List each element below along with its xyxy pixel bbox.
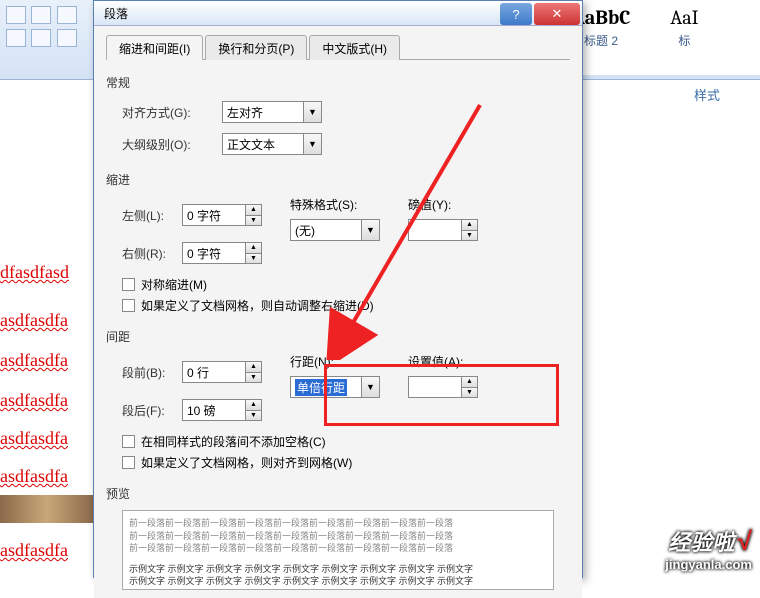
- doc-text: asdfasdfa: [0, 350, 68, 371]
- section-indent: 缩进: [106, 171, 570, 188]
- space-before-value: 0 行: [187, 364, 209, 381]
- preview-faint-line: 前一段落前一段落前一段落前一段落前一段落前一段落前一段落前一段落前一段落: [129, 530, 547, 543]
- space-after-value: 10 磅: [187, 402, 216, 419]
- chevron-down-icon[interactable]: ▼: [361, 220, 379, 240]
- label-at: 设置值(A):: [408, 353, 478, 370]
- indent-right-spinner[interactable]: 0 字符 ▲▼: [182, 242, 262, 264]
- close-button[interactable]: ✕: [534, 3, 580, 25]
- ribbon-left-group: [5, 5, 95, 65]
- section-spacing: 间距: [106, 328, 570, 345]
- indent-by-spinner[interactable]: ▲▼: [408, 219, 478, 241]
- chevron-down-icon[interactable]: ▼: [361, 377, 379, 397]
- chevron-down-icon[interactable]: ▼: [303, 134, 321, 154]
- preview-sample-line: 示例文字 示例文字 示例文字 示例文字 示例文字 示例文字 示例文字 示例文字 …: [129, 575, 547, 588]
- doc-text: asdfasdfa: [0, 466, 68, 487]
- auto-adjust-indent-row[interactable]: 如果定义了文档网格，则自动调整右缩进(D): [122, 297, 570, 314]
- doc-text: asdfasdfa: [0, 540, 68, 561]
- preview-faint-line: 前一段落前一段落前一段落前一段落前一段落前一段落前一段落前一段落前一段落: [129, 517, 547, 530]
- tab-indent-spacing[interactable]: 缩进和间距(I): [106, 35, 203, 60]
- checkbox-icon[interactable]: [122, 456, 135, 469]
- at-spinner[interactable]: ▲▼: [408, 376, 478, 398]
- paragraph-dialog: 段落 ? ✕ 缩进和间距(I) 换行和分页(P) 中文版式(H) 常规 对齐方式…: [93, 0, 583, 578]
- checkbox-icon[interactable]: [122, 278, 135, 291]
- doc-text: asdfasdfa: [0, 428, 68, 449]
- help-button[interactable]: ?: [500, 3, 532, 25]
- checkbox-icon[interactable]: [122, 435, 135, 448]
- indent-left-spinner[interactable]: 0 字符 ▲▼: [182, 204, 262, 226]
- label-auto-adjust-indent: 如果定义了文档网格，则自动调整右缩进(D): [141, 297, 374, 314]
- preview-sample-line: 示例文字 示例文字 示例文字 示例文字 示例文字 示例文字 示例文字 示例文字 …: [129, 563, 547, 576]
- styles-gallery[interactable]: AaBbC 标题 2 AaI 标: [560, 0, 760, 75]
- tab-line-page-breaks[interactable]: 换行和分页(P): [205, 35, 307, 60]
- doc-text: dfasdfasd: [0, 262, 69, 283]
- special-indent-combo[interactable]: (无) ▼: [290, 219, 380, 241]
- style-heading-partial[interactable]: AaI 标: [644, 1, 724, 49]
- dialog-title: 段落: [104, 5, 500, 22]
- ribbon-icon[interactable]: [31, 29, 51, 47]
- no-space-same-style-row[interactable]: 在相同样式的段落间不添加空格(C): [122, 433, 570, 450]
- label-snap-grid: 如果定义了文档网格，则对齐到网格(W): [141, 454, 352, 471]
- outline-level-combo[interactable]: 正文文本 ▼: [222, 133, 322, 155]
- label-indent-left: 左侧(L):: [122, 207, 182, 224]
- label-outline-level: 大纲级别(O):: [122, 136, 222, 153]
- style-preview: AaI: [644, 1, 724, 29]
- watermark: 经验啦 √ jingyanla.com: [665, 525, 752, 572]
- alignment-value: 左对齐: [227, 104, 263, 121]
- label-special: 特殊格式(S):: [290, 196, 380, 213]
- titlebar: 段落 ? ✕: [94, 1, 582, 26]
- label-space-after: 段后(F):: [122, 402, 182, 419]
- space-before-spinner[interactable]: 0 行 ▲▼: [182, 361, 262, 383]
- preview-box: 前一段落前一段落前一段落前一段落前一段落前一段落前一段落前一段落前一段落 前一段…: [122, 510, 554, 590]
- ribbon-icon[interactable]: [31, 6, 51, 24]
- section-preview: 预览: [106, 485, 570, 502]
- spinner-buttons[interactable]: ▲▼: [245, 243, 261, 263]
- spinner-buttons[interactable]: ▲▼: [245, 362, 261, 382]
- ribbon-icon[interactable]: [57, 29, 77, 47]
- ribbon-icon[interactable]: [6, 6, 26, 24]
- outline-level-value: 正文文本: [227, 136, 275, 153]
- tab-asian-typography[interactable]: 中文版式(H): [309, 35, 400, 60]
- spinner-buttons[interactable]: ▲▼: [245, 400, 261, 420]
- preview-faint-line: 前一段落前一段落前一段落前一段落前一段落前一段落前一段落前一段落前一段落: [129, 542, 547, 555]
- label-line-spacing: 行距(N):: [290, 353, 380, 370]
- label-indent-right: 右侧(R):: [122, 245, 182, 262]
- chevron-down-icon[interactable]: ▼: [303, 102, 321, 122]
- ribbon-icon[interactable]: [57, 6, 77, 24]
- dialog-body: 缩进和间距(I) 换行和分页(P) 中文版式(H) 常规 对齐方式(G): 左对…: [94, 26, 582, 598]
- watermark-brand: 经验啦: [668, 530, 734, 555]
- space-after-spinner[interactable]: 10 磅 ▲▼: [182, 399, 262, 421]
- doc-text: asdfasdfa: [0, 390, 68, 411]
- doc-text: asdfasdfa: [0, 310, 68, 331]
- indent-right-value: 0 字符: [187, 245, 221, 262]
- spinner-buttons[interactable]: ▲▼: [245, 205, 261, 225]
- style-label: 标: [644, 32, 724, 49]
- checkbox-icon[interactable]: [122, 299, 135, 312]
- spinner-buttons[interactable]: ▲▼: [461, 377, 477, 397]
- spinner-buttons[interactable]: ▲▼: [461, 220, 477, 240]
- tab-strip: 缩进和间距(I) 换行和分页(P) 中文版式(H): [106, 34, 570, 60]
- alignment-combo[interactable]: 左对齐 ▼: [222, 101, 322, 123]
- label-by: 磅值(Y):: [408, 196, 478, 213]
- line-spacing-combo[interactable]: 单倍行距 ▼: [290, 376, 380, 398]
- watermark-url: jingyanla.com: [665, 557, 752, 572]
- line-spacing-value: 单倍行距: [295, 379, 347, 396]
- label-alignment: 对齐方式(G):: [122, 104, 222, 121]
- special-indent-value: (无): [295, 222, 315, 239]
- doc-image: [0, 495, 93, 523]
- ribbon-icon[interactable]: [6, 29, 26, 47]
- label-mirror-indent: 对称缩进(M): [141, 276, 207, 293]
- styles-caption: 样式: [694, 85, 720, 104]
- label-space-before: 段前(B):: [122, 364, 182, 381]
- section-general: 常规: [106, 74, 570, 91]
- check-icon: √: [738, 526, 752, 556]
- snap-grid-row[interactable]: 如果定义了文档网格，则对齐到网格(W): [122, 454, 570, 471]
- indent-left-value: 0 字符: [187, 207, 221, 224]
- mirror-indent-row[interactable]: 对称缩进(M): [122, 276, 570, 293]
- label-no-space-same-style: 在相同样式的段落间不添加空格(C): [141, 433, 326, 450]
